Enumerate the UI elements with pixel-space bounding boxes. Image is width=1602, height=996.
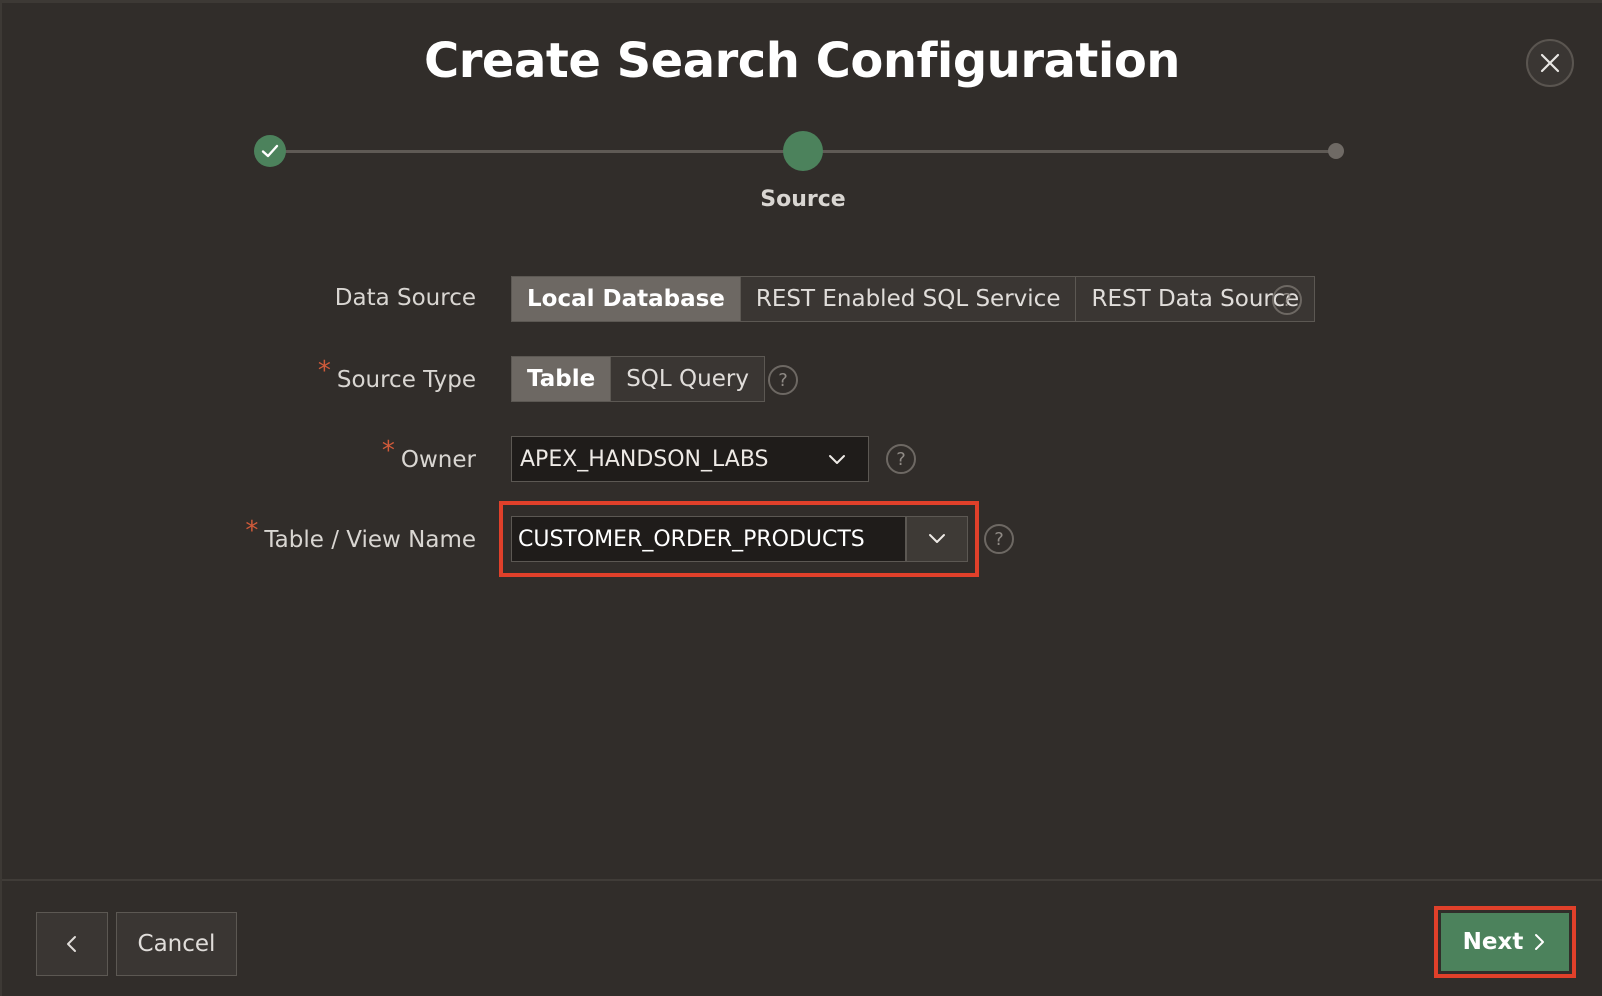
checkmark-icon (261, 144, 279, 158)
data-source-radio-group: Local Database REST Enabled SQL Service … (511, 276, 1316, 322)
owner-help-icon[interactable]: ? (886, 444, 916, 474)
chevron-left-icon (67, 936, 76, 952)
dialog-title: Create Search Configuration (424, 33, 1180, 89)
required-marker: * (381, 436, 395, 466)
highlight-box (499, 501, 979, 577)
source-type-label: * Source Type (317, 356, 476, 393)
owner-select[interactable]: APEX_HANDSON_LABS (511, 436, 869, 482)
next-button[interactable]: Next (1441, 913, 1569, 971)
source-type-radio-group: Table SQL Query (511, 356, 765, 402)
cancel-button[interactable]: Cancel (116, 912, 237, 976)
wizard-step-label: Source (760, 187, 846, 212)
owner-label: * Owner (381, 436, 476, 473)
source-type-option-table[interactable]: Table (512, 357, 612, 401)
required-marker: * (245, 516, 259, 546)
wizard-step-future (1328, 143, 1344, 159)
wizard-step-current (783, 131, 823, 171)
table-view-name-help-icon[interactable]: ? (984, 524, 1014, 554)
chevron-right-icon (1535, 934, 1545, 950)
wizard-step-complete (254, 135, 286, 167)
data-source-label: Data Source (334, 285, 476, 311)
create-search-configuration-dialog: Create Search Configuration Source Data … (0, 0, 1602, 996)
next-highlight-box: Next (1434, 906, 1576, 978)
source-type-help-icon[interactable]: ? (768, 365, 798, 395)
chevron-down-icon (829, 455, 845, 464)
close-icon (1540, 53, 1560, 73)
required-marker: * (317, 356, 331, 386)
next-button-label: Next (1462, 929, 1524, 955)
data-source-help-icon[interactable]: ? (1272, 285, 1302, 315)
table-view-name-label: * Table / View Name (245, 516, 476, 553)
data-source-option-rest-enabled-sql[interactable]: REST Enabled SQL Service (741, 277, 1077, 321)
footer-divider (2, 879, 1602, 881)
source-type-option-sql-query[interactable]: SQL Query (611, 357, 764, 401)
close-button[interactable] (1526, 39, 1574, 87)
previous-button[interactable] (36, 912, 108, 976)
data-source-option-local-database[interactable]: Local Database (512, 277, 741, 321)
owner-select-value: APEX_HANDSON_LABS (520, 446, 769, 472)
